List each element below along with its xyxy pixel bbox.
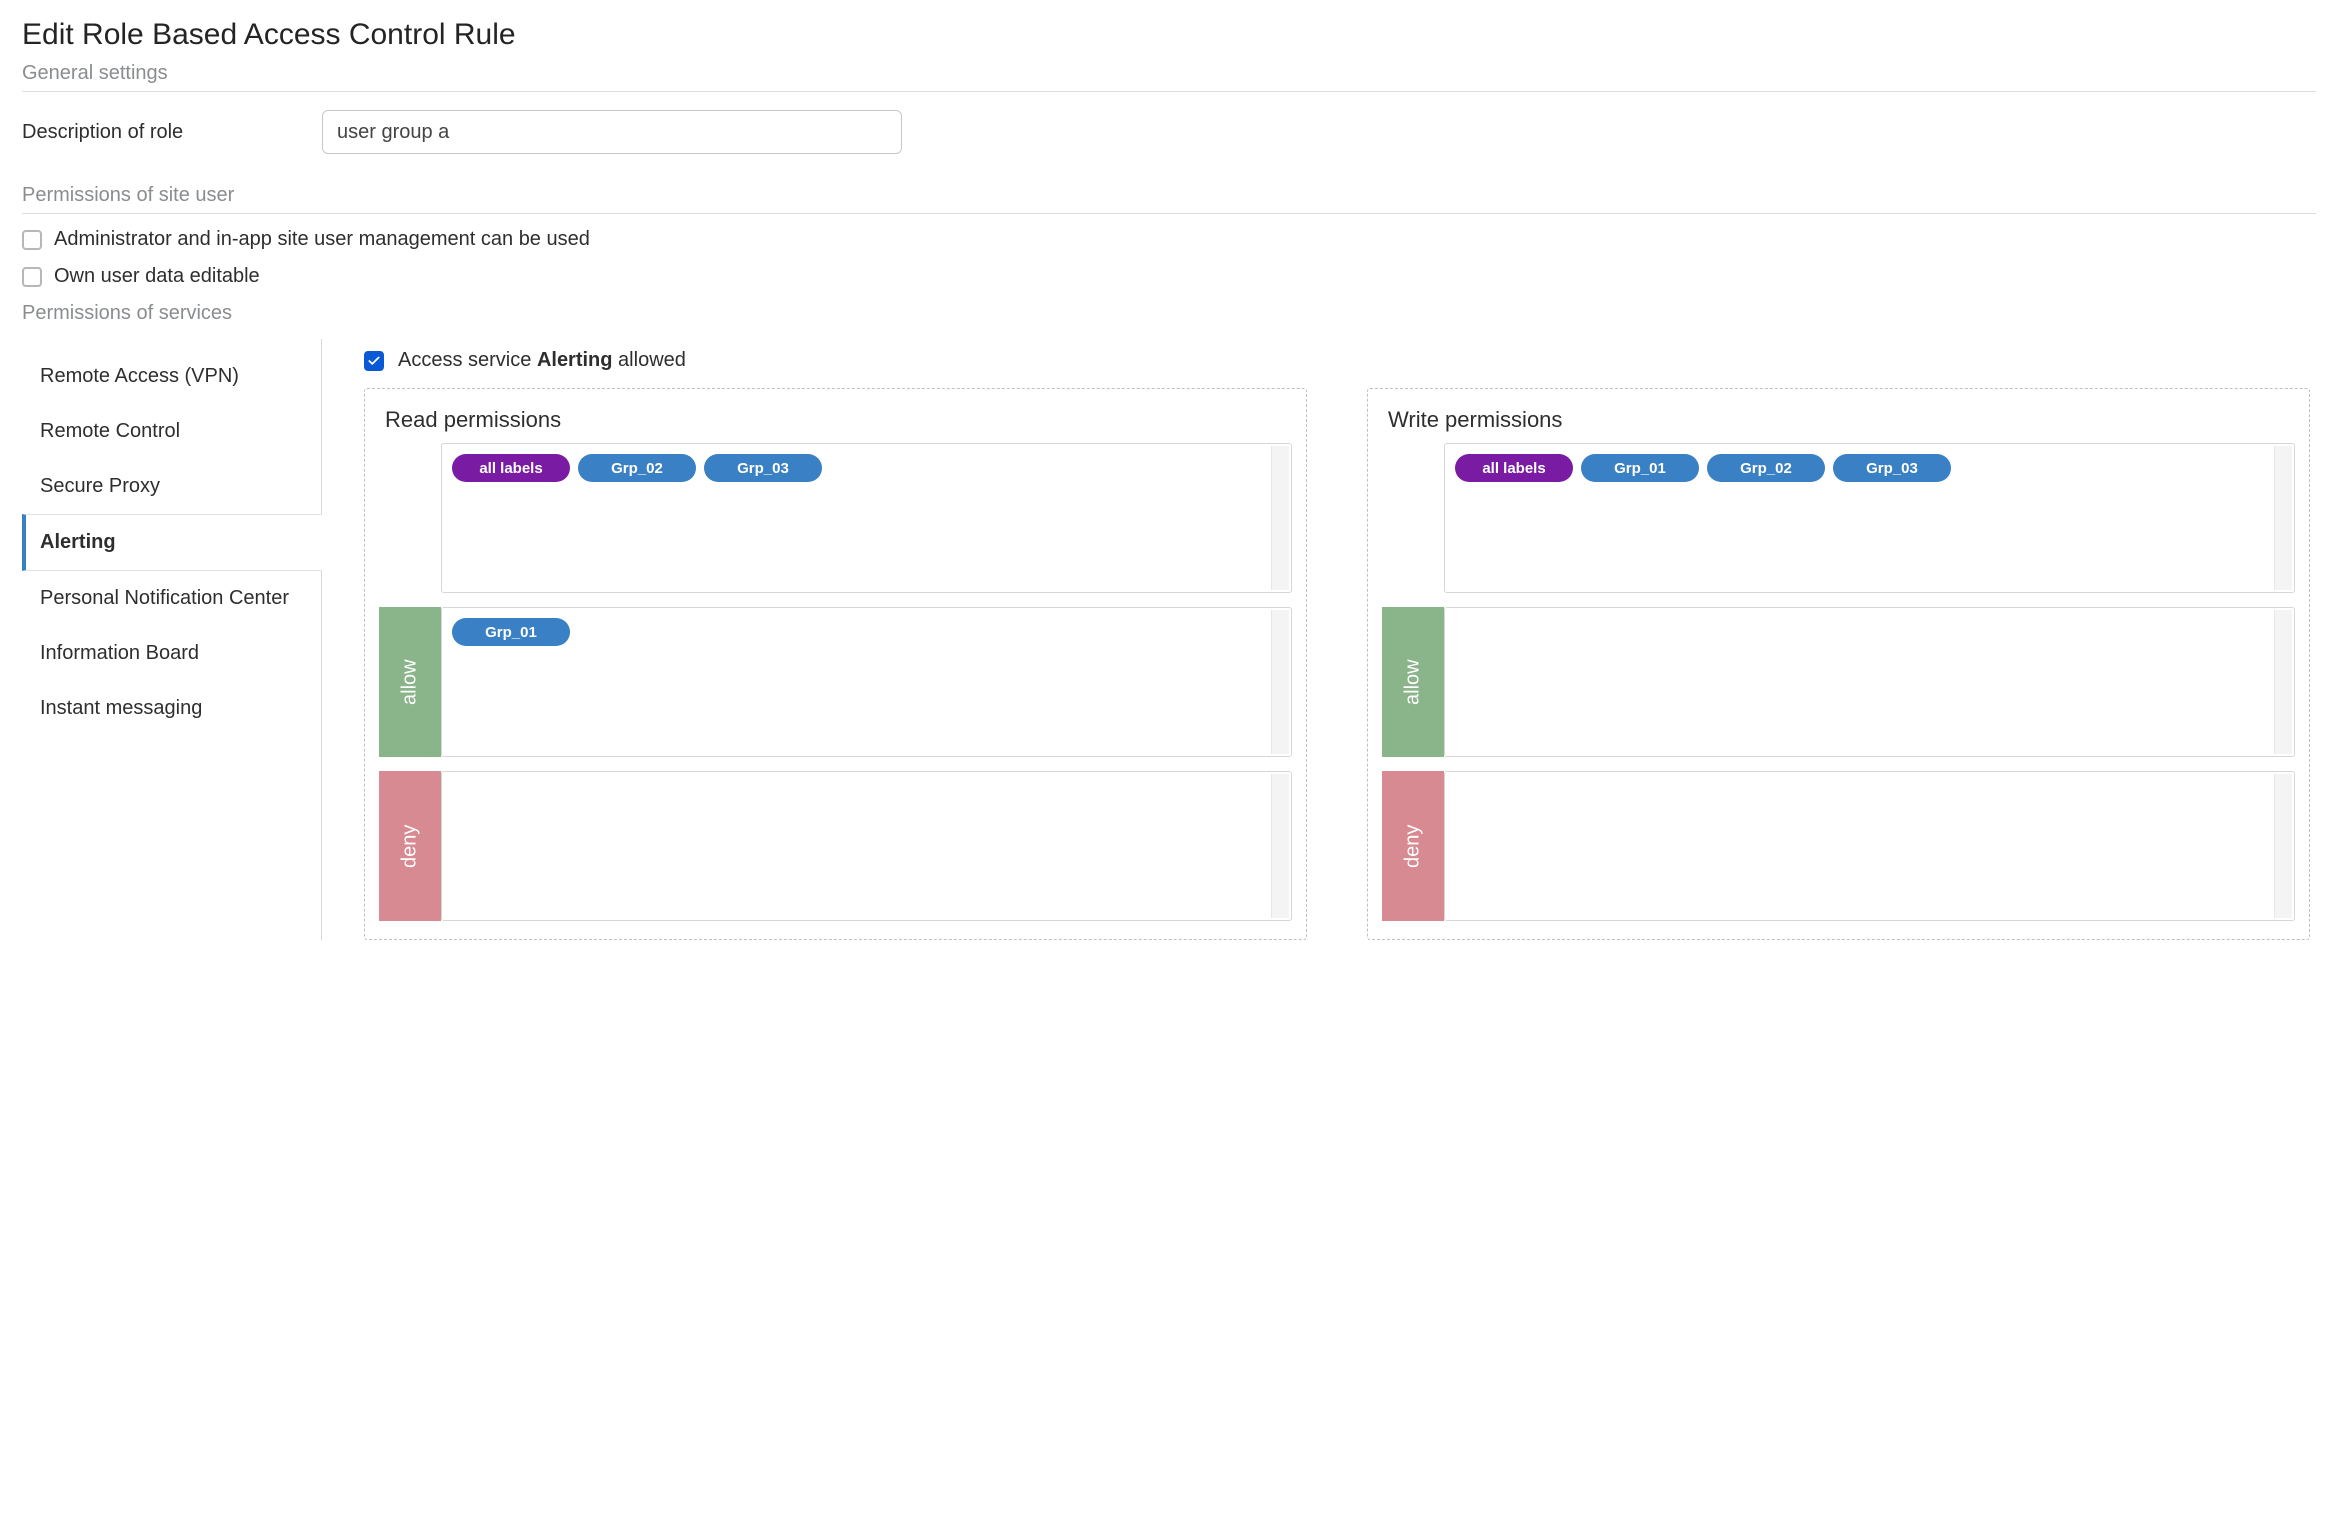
section-general-settings: General settings <box>22 62 2316 92</box>
service-nav-item-secure-proxy[interactable]: Secure Proxy <box>22 459 321 514</box>
section-services-perms: Permissions of services <box>22 302 2316 331</box>
service-nav: Remote Access (VPN)Remote ControlSecure … <box>22 339 322 940</box>
scrollbar[interactable] <box>1271 774 1289 918</box>
write-deny-zone[interactable] <box>1444 771 2295 921</box>
scrollbar[interactable] <box>2274 446 2292 590</box>
read-deny-ribbon: deny <box>379 771 441 921</box>
scrollbar[interactable] <box>1271 610 1289 754</box>
service-nav-item-instant-messaging[interactable]: Instant messaging <box>22 681 321 736</box>
service-nav-item-remote-access-vpn-[interactable]: Remote Access (VPN) <box>22 349 321 404</box>
service-nav-item-personal-notification-center[interactable]: Personal Notification Center <box>22 571 321 626</box>
write-deny-ribbon: deny <box>1382 771 1444 921</box>
scrollbar[interactable] <box>2274 610 2292 754</box>
read-available-zone[interactable]: all labels Grp_02 Grp_03 <box>441 443 1292 593</box>
write-allow-zone[interactable] <box>1444 607 2295 757</box>
site-user-perm-checkbox-1[interactable] <box>22 267 42 287</box>
write-available-pill-grp-01[interactable]: Grp_01 <box>1581 454 1699 482</box>
description-input[interactable] <box>322 110 902 154</box>
write-permissions-title: Write permissions <box>1388 407 2295 433</box>
scrollbar[interactable] <box>2274 774 2292 918</box>
read-deny-zone[interactable] <box>441 771 1292 921</box>
site-user-perm-label-0: Administrator and in-app site user manag… <box>54 228 590 251</box>
page-title: Edit Role Based Access Control Rule <box>22 18 2316 52</box>
site-user-perm-checkbox-0[interactable] <box>22 230 42 250</box>
description-label: Description of role <box>22 121 322 144</box>
write-available-pill-grp-03[interactable]: Grp_03 <box>1833 454 1951 482</box>
read-available-pill-grp-02[interactable]: Grp_02 <box>578 454 696 482</box>
read-allow-zone[interactable]: Grp_01 <box>441 607 1292 757</box>
write-available-pill-all-labels[interactable]: all labels <box>1455 454 1573 482</box>
write-permissions-panel: Write permissions all labels Grp_01 Grp_02… <box>1367 388 2310 940</box>
write-available-pill-grp-02[interactable]: Grp_02 <box>1707 454 1825 482</box>
write-available-zone[interactable]: all labels Grp_01 Grp_02 Grp_03 <box>1444 443 2295 593</box>
write-allow-ribbon: allow <box>1382 607 1444 757</box>
service-nav-item-information-board[interactable]: Information Board <box>22 626 321 681</box>
scrollbar[interactable] <box>1271 446 1289 590</box>
read-permissions-panel: Read permissions all labelsGrp_02Grp_03 … <box>364 388 1307 940</box>
read-allow-pill-grp-01[interactable]: Grp_01 <box>452 618 570 646</box>
read-permissions-title: Read permissions <box>385 407 1292 433</box>
access-service-checkbox[interactable] <box>364 351 384 371</box>
service-nav-item-alerting[interactable]: Alerting <box>22 514 322 571</box>
read-available-pill-all-labels[interactable]: all labels <box>452 454 570 482</box>
section-site-user-perms: Permissions of site user <box>22 184 2316 214</box>
read-allow-ribbon: allow <box>379 607 441 757</box>
service-nav-item-remote-control[interactable]: Remote Control <box>22 404 321 459</box>
access-service-label: Access service Alerting allowed <box>398 349 686 372</box>
read-available-pill-grp-03[interactable]: Grp_03 <box>704 454 822 482</box>
site-user-perm-label-1: Own user data editable <box>54 265 260 288</box>
